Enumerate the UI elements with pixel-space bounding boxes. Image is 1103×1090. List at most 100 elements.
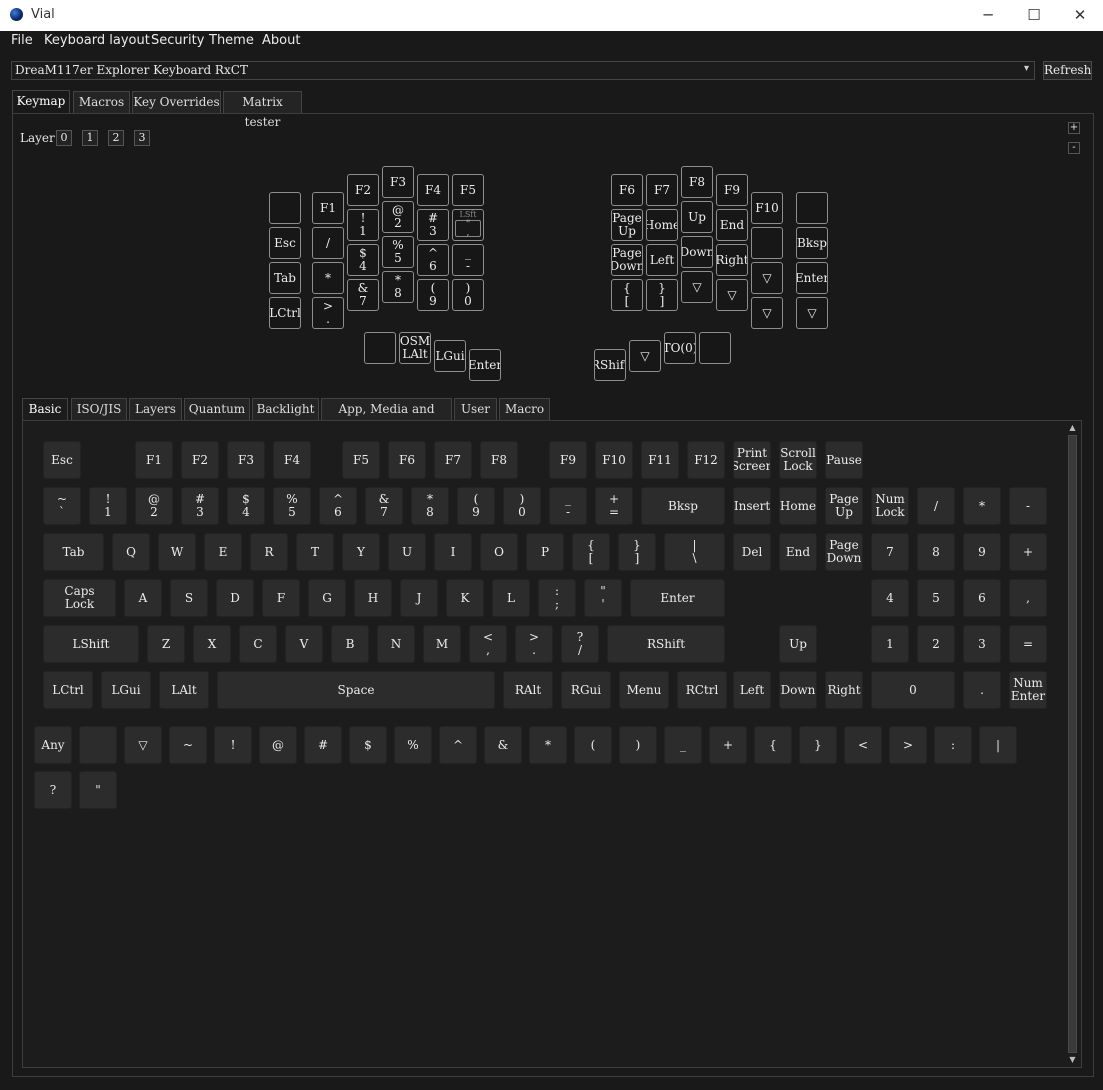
split-key[interactable]: > . bbox=[312, 297, 344, 329]
keycode-button[interactable]: Del bbox=[733, 533, 771, 571]
keycode-button[interactable]: { [ bbox=[572, 533, 610, 571]
keycode-button[interactable]: 3 bbox=[963, 625, 1001, 663]
keycode-button[interactable]: Down bbox=[779, 671, 817, 709]
keycode-button[interactable]: I bbox=[434, 533, 472, 571]
tab-basic[interactable]: Basic bbox=[22, 398, 68, 421]
tab-macros[interactable]: Macros bbox=[73, 91, 130, 113]
menu-about[interactable]: About bbox=[262, 33, 300, 48]
split-key[interactable]: Esc bbox=[269, 227, 301, 259]
keycode-button[interactable]: | bbox=[979, 726, 1017, 764]
keycode-button[interactable]: < , bbox=[469, 625, 507, 663]
tab-app-media-mouse[interactable]: App, Media and Mouse bbox=[321, 398, 452, 436]
tab-quantum[interactable]: Quantum bbox=[184, 398, 250, 420]
tab-layers[interactable]: Layers bbox=[129, 398, 182, 420]
tab-iso-jis[interactable]: ISO/JIS bbox=[71, 398, 127, 420]
keycode-button[interactable]: F12 bbox=[687, 441, 725, 479]
keycode-button[interactable]: | \ bbox=[664, 533, 725, 571]
keycode-button[interactable]: Esc bbox=[43, 441, 81, 479]
keycode-button[interactable]: 7 bbox=[871, 533, 909, 571]
keycode-button[interactable]: @ 2 bbox=[135, 487, 173, 525]
split-key[interactable] bbox=[269, 192, 301, 224]
keycode-button[interactable]: F9 bbox=[549, 441, 587, 479]
split-key[interactable]: F3 bbox=[382, 166, 414, 198]
split-key[interactable]: % 5 bbox=[382, 236, 414, 268]
scroll-down-icon[interactable]: ▼ bbox=[1067, 1054, 1078, 1065]
keycode-button[interactable]: G bbox=[308, 579, 346, 617]
keycode-button[interactable]: RCtrl bbox=[677, 671, 727, 709]
keycode-button[interactable]: : bbox=[934, 726, 972, 764]
keycode-button[interactable]: Pause bbox=[825, 441, 863, 479]
keycode-button[interactable]: ~ ` bbox=[43, 487, 81, 525]
keycode-button[interactable]: # bbox=[304, 726, 342, 764]
keycode-button[interactable]: ~ bbox=[169, 726, 207, 764]
keycode-button[interactable]: ! 1 bbox=[89, 487, 127, 525]
split-key[interactable]: } ] bbox=[646, 279, 678, 311]
keycode-button[interactable]: ^ 6 bbox=[319, 487, 357, 525]
keycode-button[interactable]: A bbox=[124, 579, 162, 617]
split-key[interactable]: LGui bbox=[434, 340, 466, 372]
keycode-button[interactable]: Left bbox=[733, 671, 771, 709]
split-key[interactable]: F5 bbox=[452, 174, 484, 206]
keycode-button[interactable]: O bbox=[480, 533, 518, 571]
keycode-button[interactable]: Caps Lock bbox=[43, 579, 116, 617]
split-key[interactable]: Enter bbox=[469, 349, 501, 381]
keycode-button[interactable]: _ - bbox=[549, 487, 587, 525]
keycode-button[interactable]: F6 bbox=[388, 441, 426, 479]
tab-macro[interactable]: Macro bbox=[499, 398, 550, 420]
split-key[interactable]: ▽ bbox=[751, 297, 783, 329]
keycode-button[interactable]: # 3 bbox=[181, 487, 219, 525]
split-key[interactable]: ) 0 bbox=[452, 279, 484, 311]
keycode-button[interactable]: % bbox=[394, 726, 432, 764]
close-button[interactable]: ✕ bbox=[1057, 0, 1103, 31]
keycode-button[interactable]: 4 bbox=[871, 579, 909, 617]
split-key[interactable]: Down bbox=[681, 236, 713, 268]
keycode-button[interactable]: M bbox=[423, 625, 461, 663]
keycode-button[interactable]: * bbox=[529, 726, 567, 764]
split-key[interactable]: Up bbox=[681, 201, 713, 233]
keycode-button[interactable]: F8 bbox=[480, 441, 518, 479]
zoom-in-button[interactable]: + bbox=[1068, 122, 1080, 134]
split-key[interactable] bbox=[796, 192, 828, 224]
keycode-button[interactable]: Page Down bbox=[825, 533, 863, 571]
keycode-button[interactable]: F5 bbox=[342, 441, 380, 479]
keycode-button[interactable]: ) 0 bbox=[503, 487, 541, 525]
keycode-button[interactable]: @ bbox=[259, 726, 297, 764]
keycode-button[interactable]: > . bbox=[515, 625, 553, 663]
keycode-button[interactable]: ▽ bbox=[124, 726, 162, 764]
scroll-up-icon[interactable]: ▲ bbox=[1067, 422, 1078, 433]
keycode-button[interactable]: : ; bbox=[538, 579, 576, 617]
split-key[interactable]: ^ 6 bbox=[417, 244, 449, 276]
minimize-button[interactable]: ─ bbox=[965, 0, 1011, 31]
split-key[interactable]: F2 bbox=[347, 174, 379, 206]
keycode-button[interactable]: 8 bbox=[917, 533, 955, 571]
keycode-button[interactable]: F11 bbox=[641, 441, 679, 479]
keycode-button[interactable]: ( bbox=[574, 726, 612, 764]
keycode-button[interactable]: 0 bbox=[871, 671, 955, 709]
tab-user[interactable]: User bbox=[454, 398, 497, 420]
keycode-button[interactable]: ^ bbox=[439, 726, 477, 764]
layer-button-3[interactable]: 3 bbox=[134, 130, 150, 146]
split-key[interactable]: { [ bbox=[611, 279, 643, 311]
split-key[interactable]: & 7 bbox=[347, 279, 379, 311]
split-key[interactable]: LCtrl bbox=[269, 297, 301, 329]
tab-key-overrides[interactable]: Key Overrides bbox=[132, 91, 221, 113]
split-key[interactable]: @ 2 bbox=[382, 201, 414, 233]
keycode-button[interactable]: ? / bbox=[561, 625, 599, 663]
keycode-button[interactable]: Tab bbox=[43, 533, 104, 571]
split-key[interactable]: Bksp bbox=[796, 227, 828, 259]
split-key[interactable]: ▽ bbox=[629, 340, 661, 372]
keycode-button[interactable]: } ] bbox=[618, 533, 656, 571]
keycode-button[interactable]: Z bbox=[147, 625, 185, 663]
keycode-button[interactable]: LShift bbox=[43, 625, 139, 663]
keycode-button[interactable]: Enter bbox=[630, 579, 725, 617]
keycode-button[interactable]: U bbox=[388, 533, 426, 571]
keycode-button[interactable]: Q bbox=[112, 533, 150, 571]
keycode-button[interactable]: T bbox=[296, 533, 334, 571]
split-key[interactable] bbox=[364, 332, 396, 364]
keycode-button[interactable]: 6 bbox=[963, 579, 1001, 617]
split-key[interactable]: F4 bbox=[417, 174, 449, 206]
keycode-button[interactable]: * 8 bbox=[411, 487, 449, 525]
keycode-button[interactable]: $ 4 bbox=[227, 487, 265, 525]
keycode-button[interactable]: Space bbox=[217, 671, 495, 709]
split-key[interactable]: * 8 bbox=[382, 271, 414, 303]
